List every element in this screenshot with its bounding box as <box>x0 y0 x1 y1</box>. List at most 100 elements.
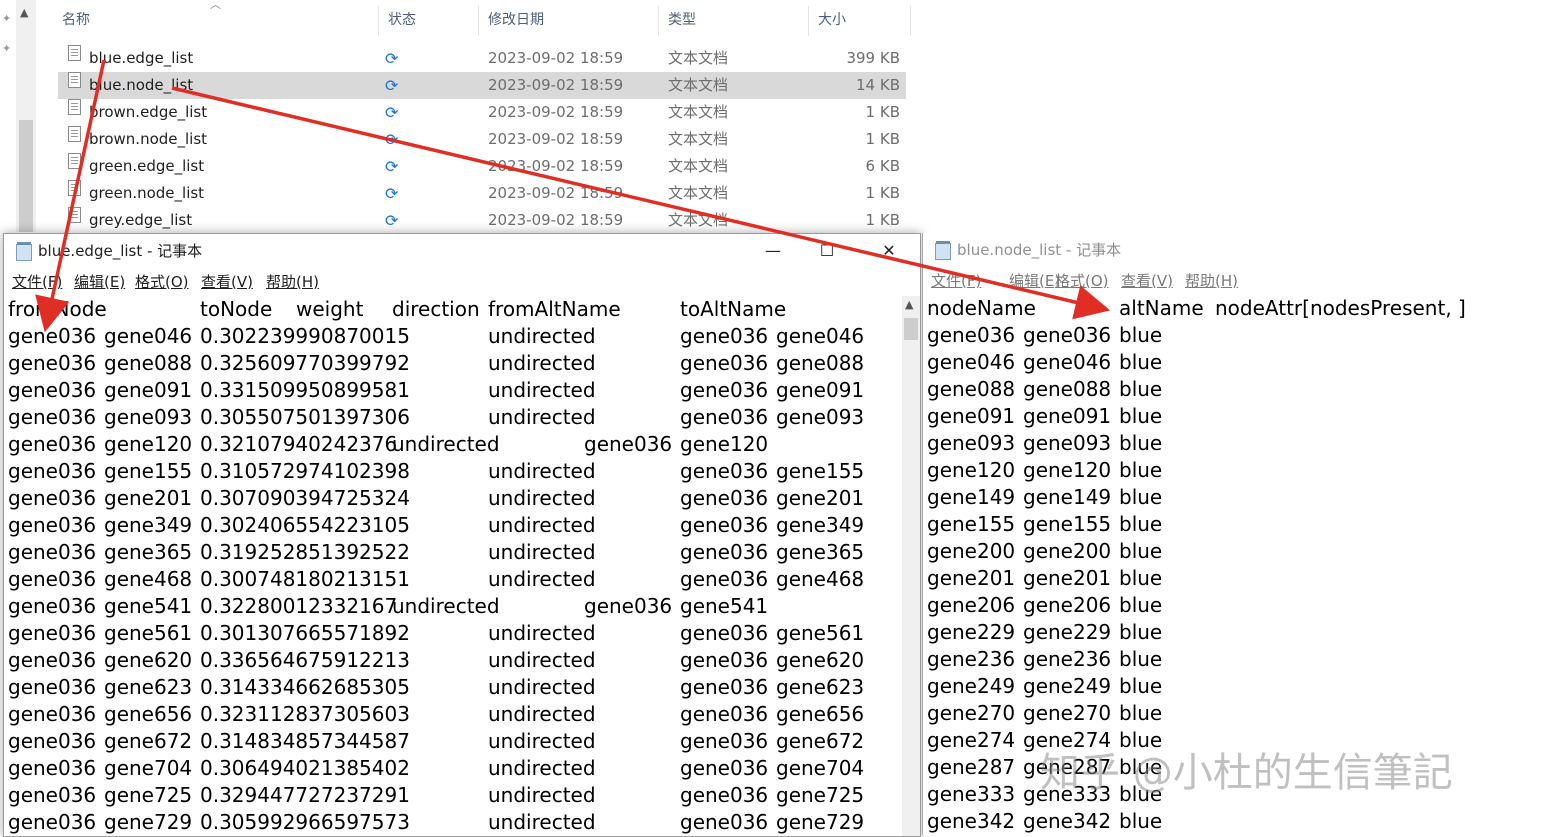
cell-from-alt-name: gene036 <box>680 324 769 348</box>
cell-weight: 0.302406554223105 <box>200 513 410 537</box>
cell-node-name: gene046 <box>927 350 1016 374</box>
column-divider[interactable] <box>910 6 911 36</box>
menu-item[interactable]: 帮助(H) <box>266 270 319 294</box>
scroll-up-icon[interactable]: ▲ <box>905 298 913 311</box>
menu-item[interactable]: 格式(O) <box>1055 269 1109 293</box>
cell-to-node: gene729 <box>104 810 193 834</box>
cell-from-alt-name: gene036 <box>680 756 769 780</box>
cell-node-name: gene088 <box>927 377 1016 401</box>
menu-item[interactable]: 帮助(H) <box>1185 269 1238 293</box>
cell-node-attr: blue <box>1119 350 1163 374</box>
cell-to-node: gene349 <box>104 513 193 537</box>
cell-from-alt-name: gene036 <box>680 729 769 753</box>
text-file-icon <box>68 99 81 115</box>
cell-from-node: gene036 <box>8 594 97 618</box>
sync-icon: ⟳ <box>385 76 399 95</box>
column-divider[interactable] <box>808 6 809 36</box>
column-header-name[interactable]: 名称 <box>62 0 90 40</box>
column-header-type[interactable]: 类型 <box>668 0 696 40</box>
vertical-scrollbar[interactable]: ▲ <box>902 296 920 836</box>
cell-weight: 0.314834857344587 <box>200 729 410 753</box>
file-row[interactable]: blue.edge_list ⟳ 2023-09-02 18:59 文本文档 399 K… <box>58 45 906 72</box>
file-row[interactable]: brown.node_list ⟳ 2023-09-02 18:59 文本文档 1 KB <box>58 126 906 153</box>
scroll-up-icon[interactable]: ▲ <box>20 6 28 19</box>
file-type: 文本文档 <box>668 49 729 67</box>
cell-from-node: gene036 <box>8 324 97 348</box>
cell-alt-name: gene229 <box>1023 620 1112 644</box>
file-name: green.node_list <box>89 184 205 202</box>
file-row[interactable]: green.edge_list ⟳ 2023-09-02 18:59 文本文档 6 KB <box>58 153 906 180</box>
cell-from-node: gene036 <box>8 756 97 780</box>
cell-direction: undirected <box>488 459 596 483</box>
file-size: 1 KB <box>865 103 900 121</box>
cell-alt-name: gene270 <box>1023 701 1112 725</box>
scroll-thumb[interactable] <box>904 318 918 340</box>
menu-item[interactable]: 编辑(E) <box>1009 269 1060 293</box>
cell-node-attr: blue <box>1119 404 1163 428</box>
window-title: blue.edge_list - 记事本 <box>38 242 203 260</box>
cell-weight: weight <box>296 297 364 321</box>
cell-to-node: gene656 <box>104 702 193 726</box>
column-header-size[interactable]: 大小 <box>818 0 846 40</box>
cell-from-node: gene036 <box>8 540 97 564</box>
file-row[interactable]: brown.edge_list ⟳ 2023-09-02 18:59 文本文档 1 KB <box>58 99 906 126</box>
menu-item[interactable]: 查看(V) <box>201 270 253 294</box>
text-area[interactable]: fromNode toNode weight direction fromAltName… <box>4 296 920 836</box>
cell-weight: 0.319252851392522 <box>200 540 410 564</box>
pin-icon[interactable]: ✦ <box>2 42 11 55</box>
cell-direction: undirected <box>488 621 596 645</box>
cell-to-node: gene093 <box>104 405 193 429</box>
menu-item[interactable]: 文件(F) <box>931 269 981 293</box>
cell-direction: undirected <box>392 432 500 456</box>
cell-from-alt-name: gene036 <box>680 378 769 402</box>
cell-direction: undirected <box>488 351 596 375</box>
cell-direction: undirected <box>488 513 596 537</box>
navigation-scrollbar[interactable]: ▲ <box>16 0 36 232</box>
file-row[interactable]: grey.edge_list ⟳ 2023-09-02 18:59 文本文档 1 KB <box>58 207 906 234</box>
cell-alt-name: gene200 <box>1023 539 1112 563</box>
title-bar[interactable]: blue.edge_list - 记事本 — ☐ ✕ <box>4 234 920 268</box>
cell-from-node: gene036 <box>8 351 97 375</box>
menu-item[interactable]: 文件(F) <box>12 270 62 294</box>
cell-direction: undirected <box>488 486 596 510</box>
cell-to-alt-name: gene725 <box>776 783 865 807</box>
cell-direction: undirected <box>488 810 596 834</box>
title-bar[interactable]: blue.node_list - 记事本 <box>923 233 1550 267</box>
column-header-status[interactable]: 状态 <box>388 0 416 40</box>
cell-direction: undirected <box>392 594 500 618</box>
file-type: 文本文档 <box>668 130 729 148</box>
cell-from-alt-name: gene036 <box>680 567 769 591</box>
cell-alt-name: gene120 <box>1023 458 1112 482</box>
menu-item[interactable]: 编辑(E) <box>74 270 125 294</box>
column-divider[interactable] <box>658 6 659 36</box>
file-row[interactable]: blue.node_list ⟳ 2023-09-02 18:59 文本文档 14 KB <box>58 72 906 99</box>
file-size: 1 KB <box>865 184 900 202</box>
file-type: 文本文档 <box>668 157 729 175</box>
cell-from-alt-name: gene036 <box>680 810 769 834</box>
pin-icon[interactable]: ✦ <box>2 12 11 25</box>
cell-from-alt-name: gene036 <box>680 648 769 672</box>
column-header-modified[interactable]: 修改日期 <box>488 0 544 40</box>
maximize-button[interactable]: ☐ <box>804 234 850 268</box>
cell-to-alt-name: gene349 <box>776 513 865 537</box>
file-modified-date: 2023-09-02 18:59 <box>488 103 624 121</box>
cell-node-attr: blue <box>1119 674 1163 698</box>
cell-node-name: gene120 <box>927 458 1016 482</box>
cell-node-name: gene091 <box>927 404 1016 428</box>
cell-node-name: gene206 <box>927 593 1016 617</box>
menu-item[interactable]: 查看(V) <box>1121 269 1173 293</box>
menu-item[interactable]: 格式(O) <box>135 270 189 294</box>
column-divider[interactable] <box>378 6 379 36</box>
cell-from-node: gene036 <box>8 810 97 834</box>
scroll-thumb[interactable] <box>19 120 33 232</box>
notepad-window-edge-list[interactable]: blue.edge_list - 记事本 — ☐ ✕ 文件(F) 编辑(E) 格式(… <box>3 233 921 837</box>
close-button[interactable]: ✕ <box>866 234 912 268</box>
file-row[interactable]: green.node_list ⟳ 2023-09-02 18:59 文本文档 1 KB <box>58 180 906 207</box>
cell-node-attr: blue <box>1119 809 1163 833</box>
column-divider[interactable] <box>478 6 479 36</box>
cell-node-attr: blue <box>1119 593 1163 617</box>
cell-alt-name: gene201 <box>1023 566 1112 590</box>
notepad-icon <box>16 242 32 261</box>
cell-direction: undirected <box>488 675 596 699</box>
minimize-button[interactable]: — <box>750 234 796 268</box>
